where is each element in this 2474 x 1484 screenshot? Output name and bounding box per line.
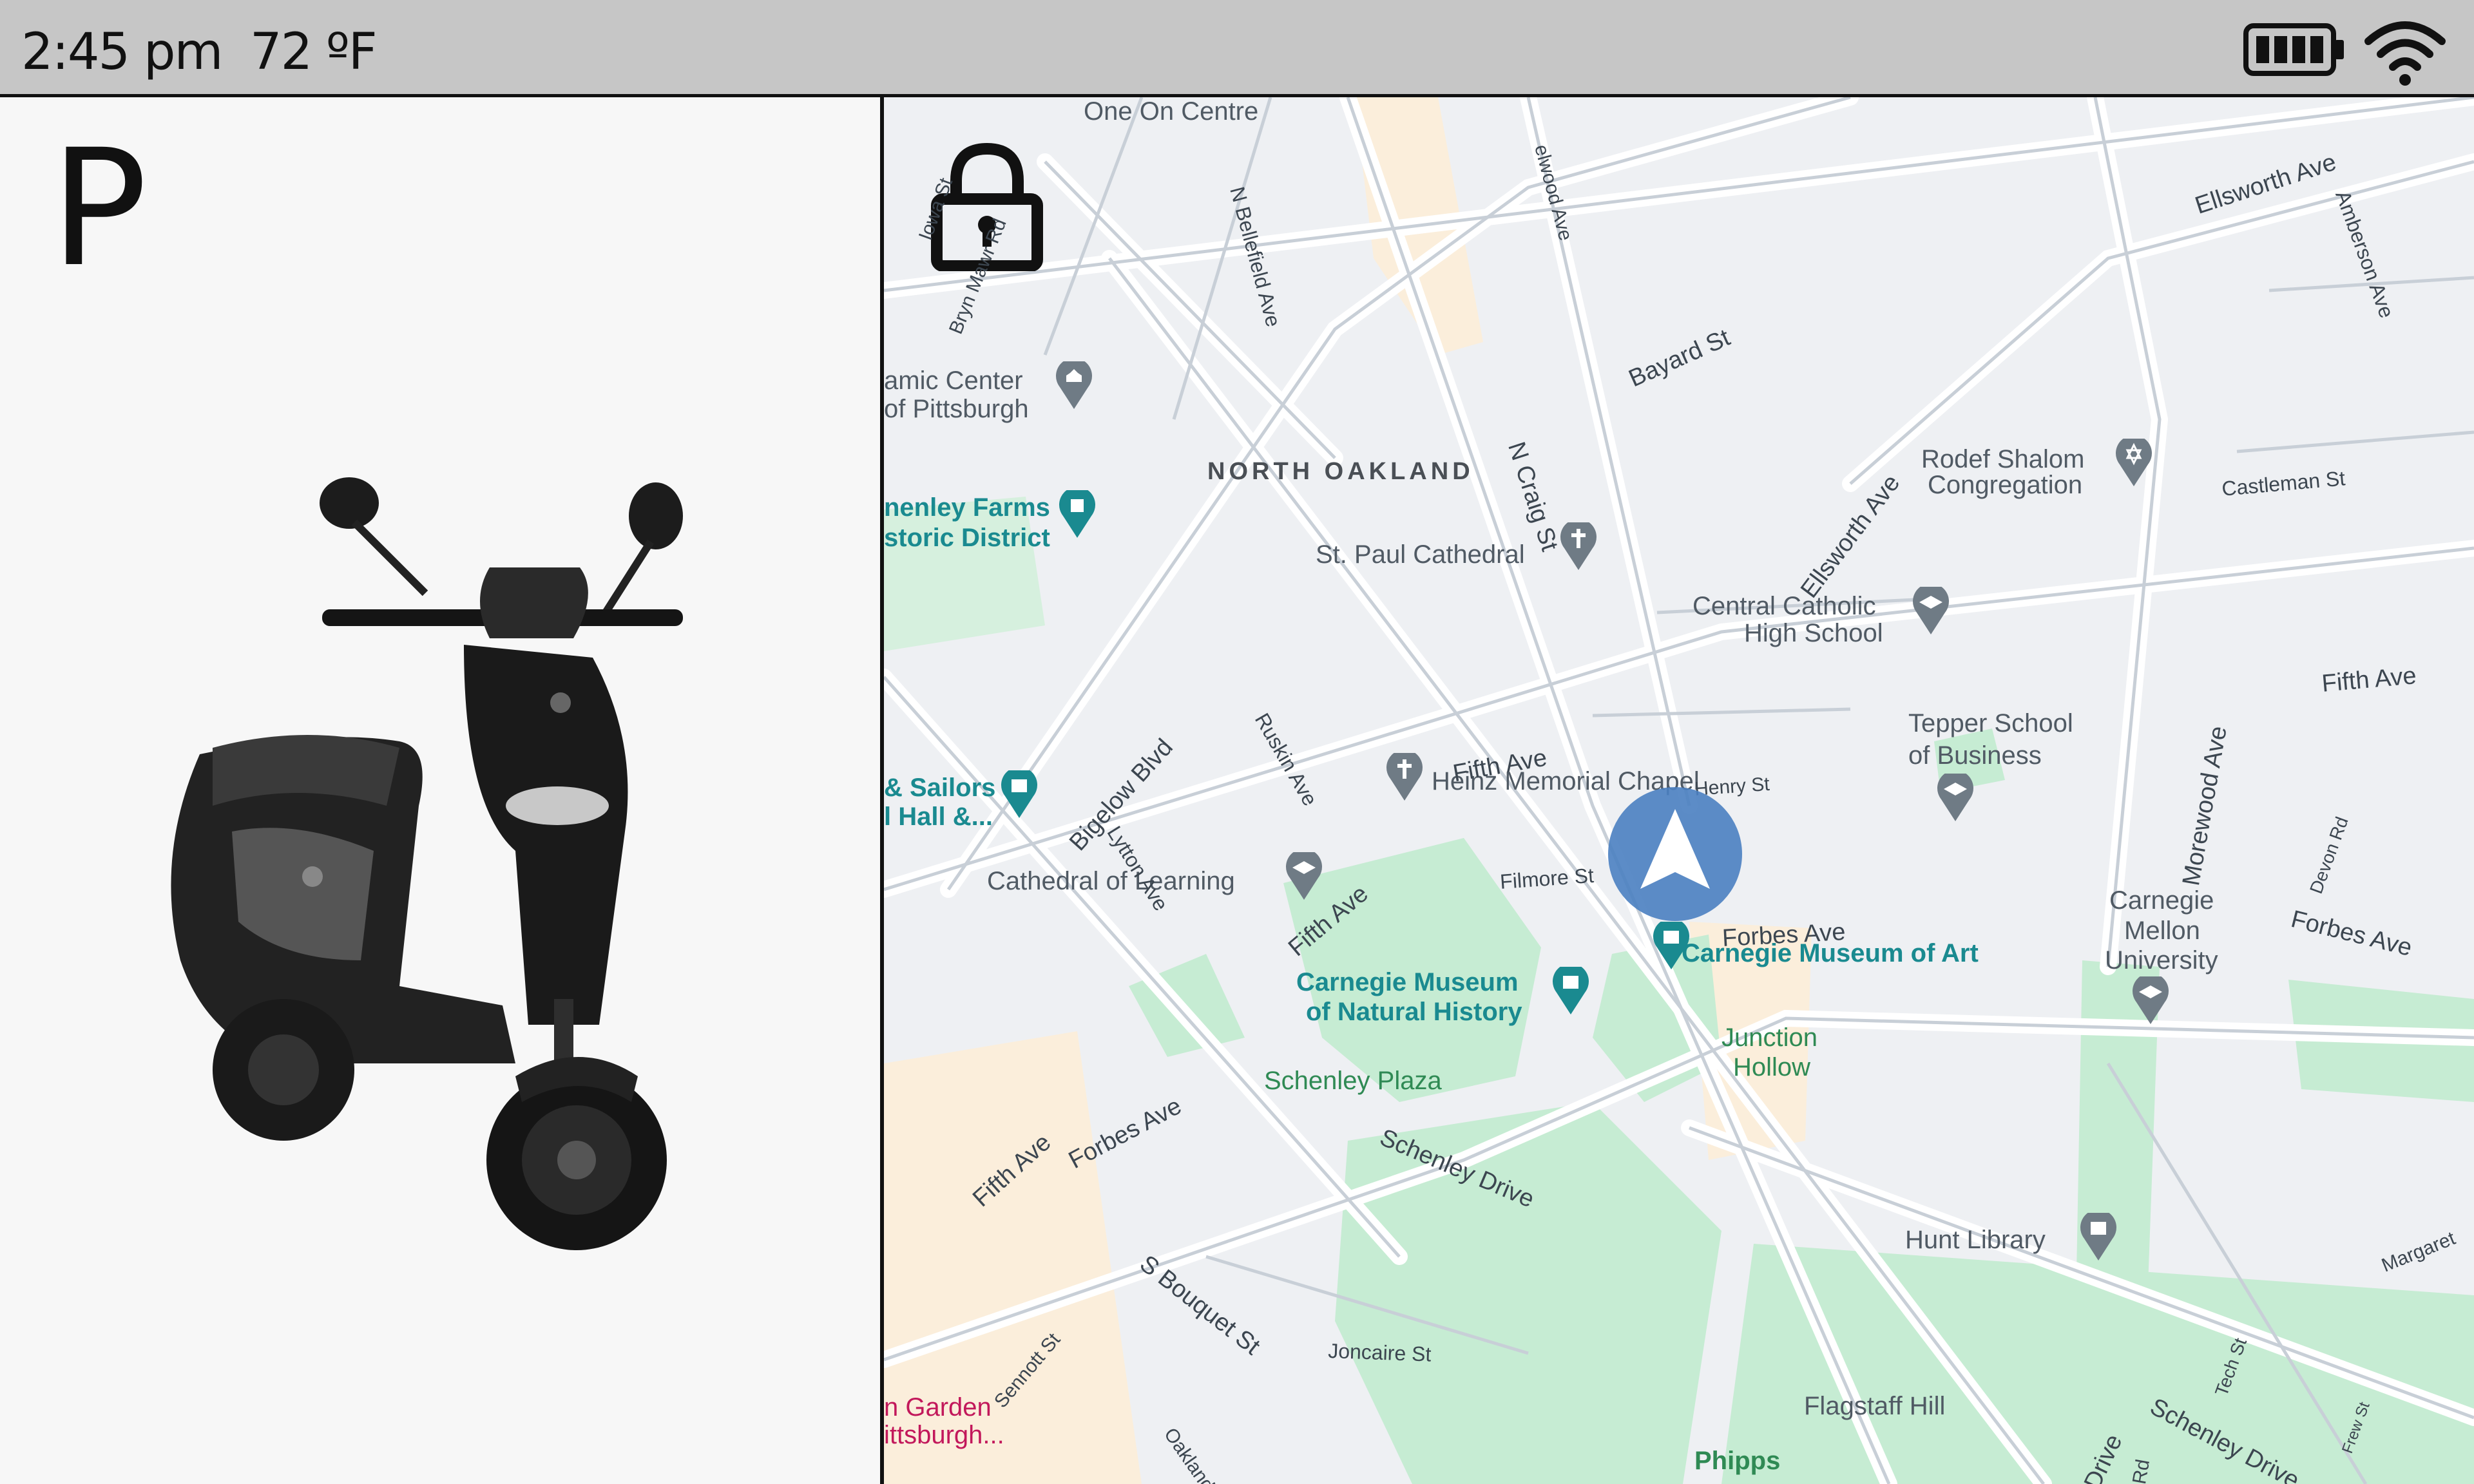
mosque-icon[interactable]: [1055, 361, 1093, 409]
place-label[interactable]: St. Paul Cathedral: [1316, 540, 1525, 569]
school-icon[interactable]: [1936, 774, 1975, 821]
place-label[interactable]: Schenley Plaza: [1264, 1067, 1442, 1096]
place-label[interactable]: storic District: [884, 524, 1050, 553]
navigation-arrow-icon: [1608, 787, 1742, 921]
place-label[interactable]: l Hall &...: [884, 803, 993, 832]
street-label: Joncaire St: [1327, 1339, 1432, 1366]
museum-icon[interactable]: [1551, 967, 1590, 1014]
street-label: Rd: [2129, 1458, 2154, 1484]
district-label: NORTH OAKLAND: [1207, 458, 1474, 485]
temperature: 72 ºF: [250, 23, 378, 81]
gear-indicator: P: [50, 115, 148, 302]
place-label[interactable]: Hunt Library: [1905, 1226, 2046, 1255]
school-icon[interactable]: [1912, 587, 1950, 634]
place-label[interactable]: of Natural History: [1306, 998, 1522, 1027]
synagogue-icon[interactable]: [2114, 439, 2153, 486]
church-icon[interactable]: [1385, 753, 1424, 801]
place-label[interactable]: University: [2105, 946, 2218, 975]
place-label[interactable]: Cathedral of Learning: [987, 867, 1235, 896]
place-label[interactable]: Carnegie Museum: [1296, 968, 1519, 997]
landmark-icon[interactable]: [1058, 490, 1097, 538]
battery-icon: [2243, 23, 2344, 76]
museum-icon[interactable]: [1000, 770, 1039, 818]
place-label[interactable]: Mellon: [2124, 917, 2200, 946]
place-label[interactable]: Congregation: [1928, 471, 2082, 500]
place-label[interactable]: High School: [1744, 619, 1883, 648]
library-icon[interactable]: [2079, 1213, 2118, 1260]
place-label[interactable]: One On Centre: [1084, 97, 1258, 126]
status-bar: 2:45 pm 72 ºF: [0, 0, 2474, 97]
place-label[interactable]: nenley Farms: [884, 493, 1050, 522]
school-icon[interactable]: [1285, 852, 1323, 900]
place-label[interactable]: Tepper School: [1908, 709, 2073, 738]
museum-icon[interactable]: [1652, 922, 1691, 969]
school-icon[interactable]: [2131, 976, 2170, 1024]
place-label[interactable]: Carnegie: [2109, 886, 2214, 915]
place-label[interactable]: ittsburgh...: [884, 1421, 1004, 1450]
place-label[interactable]: amic Center: [884, 366, 1023, 395]
vehicle-panel: P: [0, 97, 881, 1484]
scooter-image: [171, 477, 683, 1250]
map-view[interactable]: NORTH OAKLAND One On Centre amic Center …: [884, 97, 2474, 1484]
place-label[interactable]: Phipps: [1694, 1447, 1780, 1476]
place-label[interactable]: of Business: [1908, 741, 2042, 770]
church-icon[interactable]: [1559, 522, 1598, 570]
place-label[interactable]: n Garden: [884, 1393, 992, 1422]
place-label[interactable]: Hollow: [1733, 1053, 1810, 1082]
place-label[interactable]: Central Catholic: [1692, 592, 1876, 621]
place-label[interactable]: & Sailors: [884, 774, 995, 803]
place-label[interactable]: Junction: [1721, 1023, 1817, 1052]
place-label[interactable]: of Pittsburgh: [884, 395, 1029, 424]
clock-time: 2:45 pm: [21, 23, 223, 81]
place-label[interactable]: Flagstaff Hill: [1804, 1392, 1945, 1421]
wifi-icon: [2364, 21, 2446, 86]
place-label[interactable]: Rodef Shalom: [1921, 445, 2084, 474]
